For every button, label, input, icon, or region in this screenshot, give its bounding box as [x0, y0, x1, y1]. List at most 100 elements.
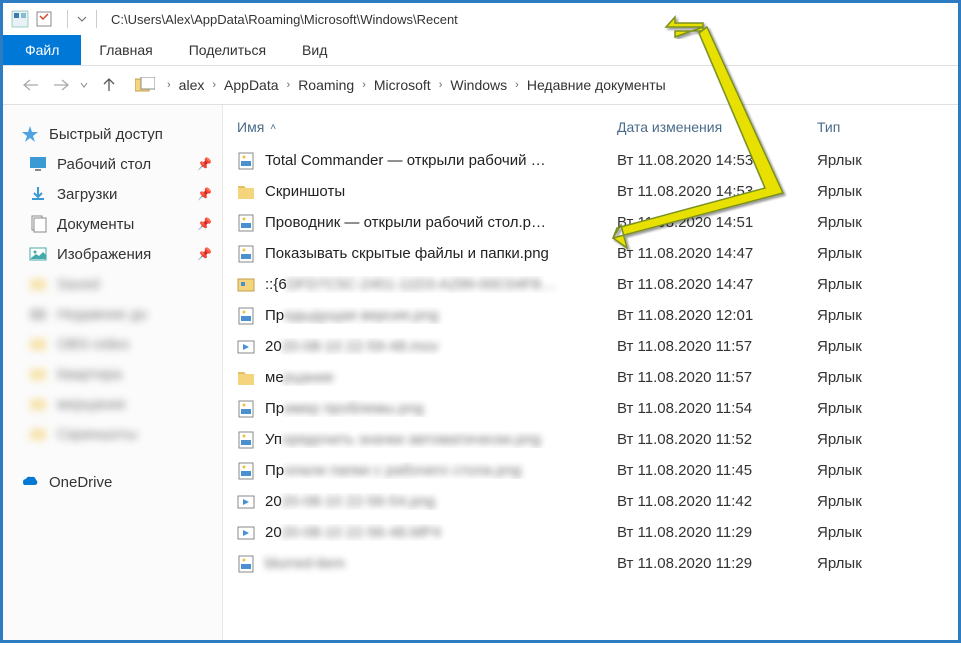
nav-up[interactable]: [97, 73, 121, 97]
file-date: Вт 11.08.2020 11:57: [617, 338, 817, 355]
chevron-right-icon[interactable]: ›: [515, 79, 519, 91]
sidebar-quick-access[interactable]: Быстрый доступ: [3, 119, 222, 149]
column-name[interactable]: Имя˄: [237, 119, 617, 135]
nav-recent-icon[interactable]: [79, 80, 89, 90]
file-type: Ярлык: [817, 307, 897, 324]
pin-icon: 📌: [197, 187, 212, 201]
file-type-icon: [237, 555, 255, 573]
file-type-icon: [237, 152, 255, 170]
file-name: мерцание: [265, 369, 617, 386]
ribbon-tabs: Файл Главная Поделиться Вид: [3, 35, 958, 65]
navbar: › alex › AppData › Roaming › Microsoft ›…: [3, 65, 958, 105]
file-type-icon: [237, 524, 255, 542]
content: Быстрый доступ Рабочий стол 📌 Загрузки 📌…: [3, 105, 958, 640]
file-row[interactable]: blurred-itemВт 11.08.2020 11:29Ярлык: [237, 548, 950, 579]
sidebar-item-blurred[interactable]: Недавние до: [3, 299, 222, 329]
address-path[interactable]: C:\Users\Alex\AppData\Roaming\Microsoft\…: [111, 12, 458, 27]
tab-share[interactable]: Поделиться: [171, 35, 284, 65]
file-row[interactable]: Проводник — открыли рабочий стол.p…Вт 11…: [237, 207, 950, 238]
file-type-icon: [237, 214, 255, 232]
documents-icon: [29, 215, 47, 233]
file-row[interactable]: Пропали папки с рабочего стола.pngВт 11.…: [237, 455, 950, 486]
sidebar-desktop[interactable]: Рабочий стол 📌: [3, 149, 222, 179]
file-type: Ярлык: [817, 400, 897, 417]
file-row[interactable]: Total Commander — открыли рабочий …Вт 11…: [237, 145, 950, 176]
file-name: Проводник — открыли рабочий стол.p…: [265, 214, 617, 231]
sidebar-item-blurred[interactable]: мерцание: [3, 389, 222, 419]
breadcrumb-icon: [135, 77, 155, 93]
file-date: Вт 11.08.2020 11:52: [617, 431, 817, 448]
file-row[interactable]: 2020-08-10 22-56-54.pngВт 11.08.2020 11:…: [237, 486, 950, 517]
chevron-right-icon[interactable]: ›: [287, 79, 291, 91]
file-type-icon: [237, 369, 255, 387]
breadcrumb-item[interactable]: Roaming: [298, 77, 354, 93]
file-row[interactable]: 2020-08-10 22-56-48.MP4Вт 11.08.2020 11:…: [237, 517, 950, 548]
breadcrumb-item[interactable]: Недавние документы: [527, 77, 666, 93]
file-date: Вт 11.08.2020 14:53: [617, 152, 817, 169]
file-row[interactable]: Предыдущая версия.pngВт 11.08.2020 12:01…: [237, 300, 950, 331]
file-type-icon: [237, 338, 255, 356]
file-type: Ярлык: [817, 369, 897, 386]
sidebar-documents[interactable]: Документы 📌: [3, 209, 222, 239]
file-type-icon: [237, 493, 255, 511]
file-row[interactable]: СкриншотыВт 11.08.2020 14:53Ярлык: [237, 176, 950, 207]
sidebar-item-blurred[interactable]: Квартира: [3, 359, 222, 389]
file-type-icon: [237, 307, 255, 325]
file-row[interactable]: ::{6DFD7C5C-2451-11D3-A299-00C04F8…Вт 11…: [237, 269, 950, 300]
sidebar-item-blurred[interactable]: OBS-video: [3, 329, 222, 359]
file-type: Ярлык: [817, 338, 897, 355]
breadcrumb-item[interactable]: alex: [179, 77, 205, 93]
file-date: Вт 11.08.2020 14:47: [617, 245, 817, 262]
file-name: Предыдущая версия.png: [265, 307, 617, 324]
chevron-right-icon[interactable]: ›: [167, 79, 171, 91]
sidebar: Быстрый доступ Рабочий стол 📌 Загрузки 📌…: [3, 105, 223, 640]
pictures-icon: [29, 245, 47, 263]
sidebar-pictures[interactable]: Изображения 📌: [3, 239, 222, 269]
file-type: Ярлык: [817, 524, 897, 541]
file-date: Вт 11.08.2020 14:51: [617, 214, 817, 231]
file-type: Ярлык: [817, 245, 897, 262]
column-headers: Имя˄ Дата изменения Тип: [237, 119, 950, 145]
breadcrumb-item[interactable]: AppData: [224, 77, 278, 93]
pin-icon: 📌: [197, 247, 212, 261]
nav-back[interactable]: [19, 73, 43, 97]
qat-dropdown-icon[interactable]: [76, 13, 88, 25]
tab-view[interactable]: Вид: [284, 35, 345, 65]
nav-forward[interactable]: [49, 73, 73, 97]
file-name: Показывать скрытые файлы и папки.png: [265, 245, 617, 262]
sidebar-item-blurred[interactable]: Скриншоты: [3, 419, 222, 449]
file-row[interactable]: мерцаниеВт 11.08.2020 11:57Ярлык: [237, 362, 950, 393]
properties-icon[interactable]: [35, 10, 53, 28]
folder-icon: [29, 425, 47, 443]
tab-file[interactable]: Файл: [3, 35, 81, 65]
file-name: Скриншоты: [265, 183, 617, 200]
file-date: Вт 11.08.2020 12:01: [617, 307, 817, 324]
file-list: Имя˄ Дата изменения Тип Total Commander …: [223, 105, 958, 640]
file-row[interactable]: 2020-08-10 22-59-48.movВт 11.08.2020 11:…: [237, 331, 950, 362]
sidebar-downloads[interactable]: Загрузки 📌: [3, 179, 222, 209]
breadcrumb-item[interactable]: Microsoft: [374, 77, 431, 93]
file-row[interactable]: Пример проблемы.pngВт 11.08.2020 11:54Яр…: [237, 393, 950, 424]
sidebar-onedrive[interactable]: OneDrive: [3, 467, 222, 497]
chevron-right-icon[interactable]: ›: [362, 79, 366, 91]
file-type-icon: [237, 183, 255, 201]
file-row[interactable]: Упорядочить значки автоматически.pngВт 1…: [237, 424, 950, 455]
folder-icon: [29, 335, 47, 353]
chevron-right-icon[interactable]: ›: [439, 79, 443, 91]
breadcrumb-item[interactable]: Windows: [450, 77, 507, 93]
app-icon: [11, 10, 29, 28]
file-row[interactable]: Показывать скрытые файлы и папки.pngВт 1…: [237, 238, 950, 269]
sort-asc-icon: ˄: [270, 122, 276, 133]
column-date[interactable]: Дата изменения: [617, 119, 817, 135]
file-date: Вт 11.08.2020 11:57: [617, 369, 817, 386]
breadcrumb[interactable]: › alex › AppData › Roaming › Microsoft ›…: [135, 77, 666, 93]
file-name: Пример проблемы.png: [265, 400, 617, 417]
sidebar-item-blurred[interactable]: Saved: [3, 269, 222, 299]
titlebar: C:\Users\Alex\AppData\Roaming\Microsoft\…: [3, 3, 958, 35]
pin-icon: 📌: [197, 217, 212, 231]
chevron-right-icon[interactable]: ›: [212, 79, 216, 91]
file-type: Ярлык: [817, 493, 897, 510]
column-type[interactable]: Тип: [817, 119, 897, 135]
file-type: Ярлык: [817, 555, 897, 572]
tab-home[interactable]: Главная: [81, 35, 170, 65]
